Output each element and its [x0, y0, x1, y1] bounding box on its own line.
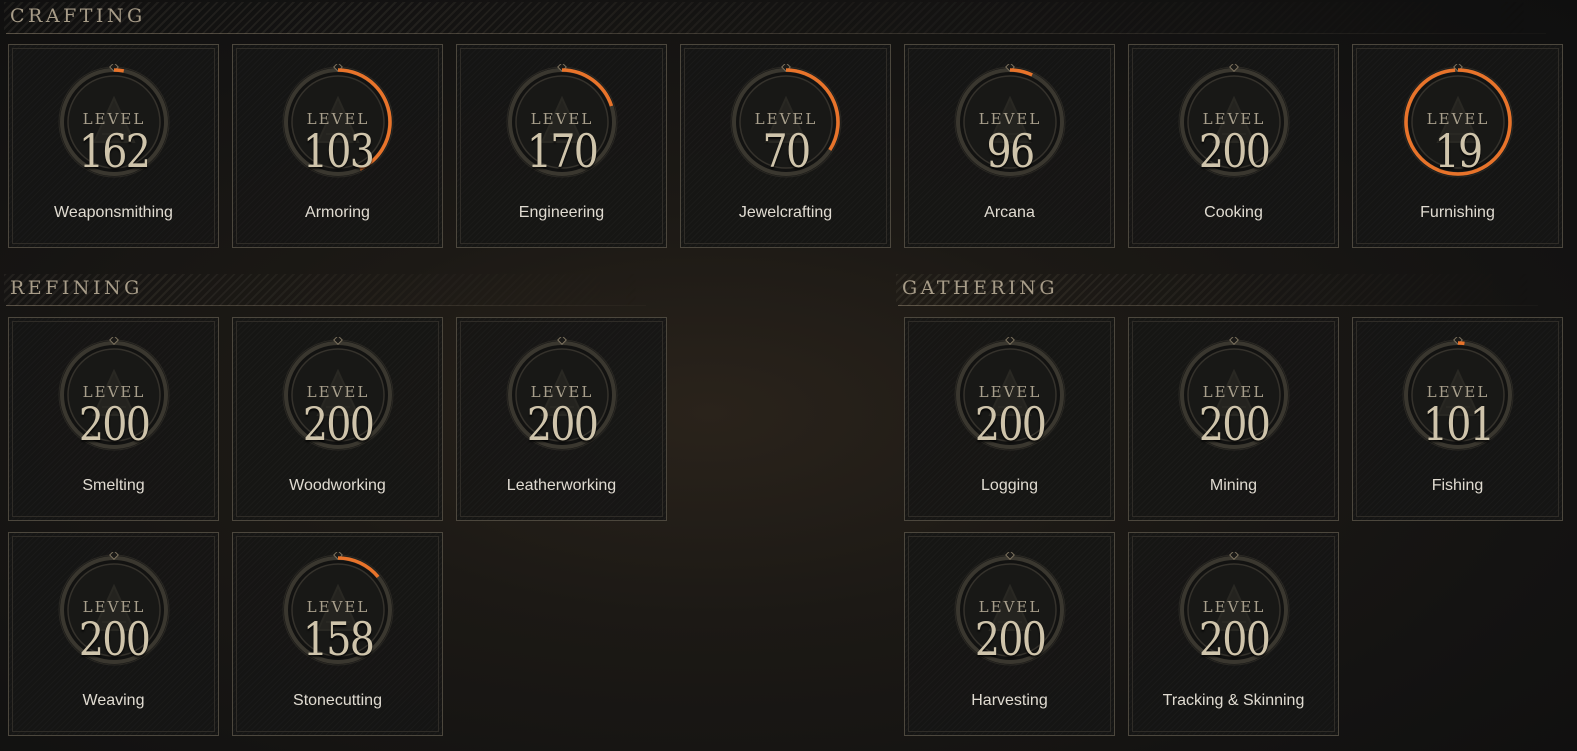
- crafting-header-band: [4, 2, 1544, 34]
- level-value: 170: [526, 124, 599, 178]
- tile-arcana[interactable]: LEVEL 96 Arcana: [904, 44, 1115, 248]
- skill-name: Stonecutting: [293, 692, 382, 709]
- tile-mining[interactable]: LEVEL 200 Mining: [1128, 317, 1339, 521]
- level-ring: LEVEL 101: [1400, 337, 1516, 453]
- tile-smelting[interactable]: LEVEL 200 Smelting: [8, 317, 219, 521]
- tile-weaponsmithing[interactable]: LEVEL 162 Weaponsmithing: [8, 44, 219, 248]
- level-value: 19: [1434, 124, 1484, 178]
- level-ring: LEVEL 70: [728, 64, 844, 180]
- level-ring: LEVEL 200: [280, 337, 396, 453]
- crafting-header-rule: [6, 33, 1546, 34]
- tile-fishing[interactable]: LEVEL 101 Fishing: [1352, 317, 1563, 521]
- tile-leatherworking[interactable]: LEVEL 200 Leatherworking: [456, 317, 667, 521]
- level-ring: LEVEL 162: [56, 64, 172, 180]
- tile-engineering[interactable]: LEVEL 170 Engineering: [456, 44, 667, 248]
- level-ring: LEVEL 200: [952, 337, 1068, 453]
- level-ring: LEVEL 200: [504, 337, 620, 453]
- level-ring: LEVEL 170: [504, 64, 620, 180]
- gathering-header-rule: [898, 305, 1538, 306]
- crafting-section-title: CRAFTING: [10, 5, 146, 27]
- refining-section-title: REFINING: [10, 277, 143, 299]
- tile-tracking-skinning[interactable]: LEVEL 200 Tracking & Skinning: [1128, 532, 1339, 736]
- skill-name: Engineering: [518, 204, 605, 221]
- level-ring: LEVEL 200: [56, 552, 172, 668]
- level-value: 200: [78, 612, 151, 666]
- level-value: 103: [302, 124, 375, 178]
- tile-stonecutting[interactable]: LEVEL 158 Stonecutting: [232, 532, 443, 736]
- skill-name: Armoring: [305, 204, 370, 221]
- skill-name: Woodworking: [289, 477, 386, 494]
- skill-name: Weaponsmithing: [54, 204, 173, 221]
- level-ring: LEVEL 200: [1176, 337, 1292, 453]
- level-value: 200: [302, 397, 375, 451]
- level-value: 200: [1198, 397, 1271, 451]
- tile-jewelcrafting[interactable]: LEVEL 70 Jewelcrafting: [680, 44, 891, 248]
- skill-name: Arcana: [984, 204, 1035, 221]
- tile-cooking[interactable]: LEVEL 200 Cooking: [1128, 44, 1339, 248]
- skill-name: Furnishing: [1420, 204, 1495, 221]
- refining-header-rule: [6, 305, 646, 306]
- tile-woodworking[interactable]: LEVEL 200 Woodworking: [232, 317, 443, 521]
- level-ring: LEVEL 200: [56, 337, 172, 453]
- skill-name: Weaving: [82, 692, 145, 709]
- level-value: 200: [1198, 612, 1271, 666]
- skill-name: Fishing: [1431, 477, 1484, 494]
- skill-name: Jewelcrafting: [738, 204, 833, 221]
- level-value: 96: [986, 124, 1036, 178]
- skill-name: Logging: [981, 477, 1038, 494]
- level-value: 70: [762, 124, 812, 178]
- skill-name: Harvesting: [971, 692, 1048, 709]
- gathering-section-title: GATHERING: [902, 277, 1059, 299]
- tile-armoring[interactable]: LEVEL 103 Armoring: [232, 44, 443, 248]
- level-ring: LEVEL 200: [1176, 552, 1292, 668]
- level-value: 200: [1198, 124, 1271, 178]
- level-value: 158: [302, 612, 375, 666]
- level-value: 200: [526, 397, 599, 451]
- level-ring: LEVEL 96: [952, 64, 1068, 180]
- skill-name: Smelting: [82, 477, 145, 494]
- tile-weaving[interactable]: LEVEL 200 Weaving: [8, 532, 219, 736]
- level-value: 200: [78, 397, 151, 451]
- skill-name: Cooking: [1204, 204, 1263, 221]
- tile-furnishing[interactable]: LEVEL 19 Furnishing: [1352, 44, 1563, 248]
- level-ring: LEVEL 200: [1176, 64, 1292, 180]
- level-ring: LEVEL 158: [280, 552, 396, 668]
- tile-harvesting[interactable]: LEVEL 200 Harvesting: [904, 532, 1115, 736]
- level-ring: LEVEL 19: [1400, 64, 1516, 180]
- level-value: 200: [974, 397, 1047, 451]
- level-value: 162: [78, 124, 151, 178]
- level-ring: LEVEL 103: [280, 64, 396, 180]
- level-value: 200: [974, 612, 1047, 666]
- skill-name: Tracking & Skinning: [1162, 692, 1305, 709]
- level-ring: LEVEL 200: [952, 552, 1068, 668]
- skill-name: Mining: [1209, 477, 1258, 494]
- level-value: 101: [1422, 397, 1495, 451]
- skill-name: Leatherworking: [506, 477, 617, 494]
- tile-logging[interactable]: LEVEL 200 Logging: [904, 317, 1115, 521]
